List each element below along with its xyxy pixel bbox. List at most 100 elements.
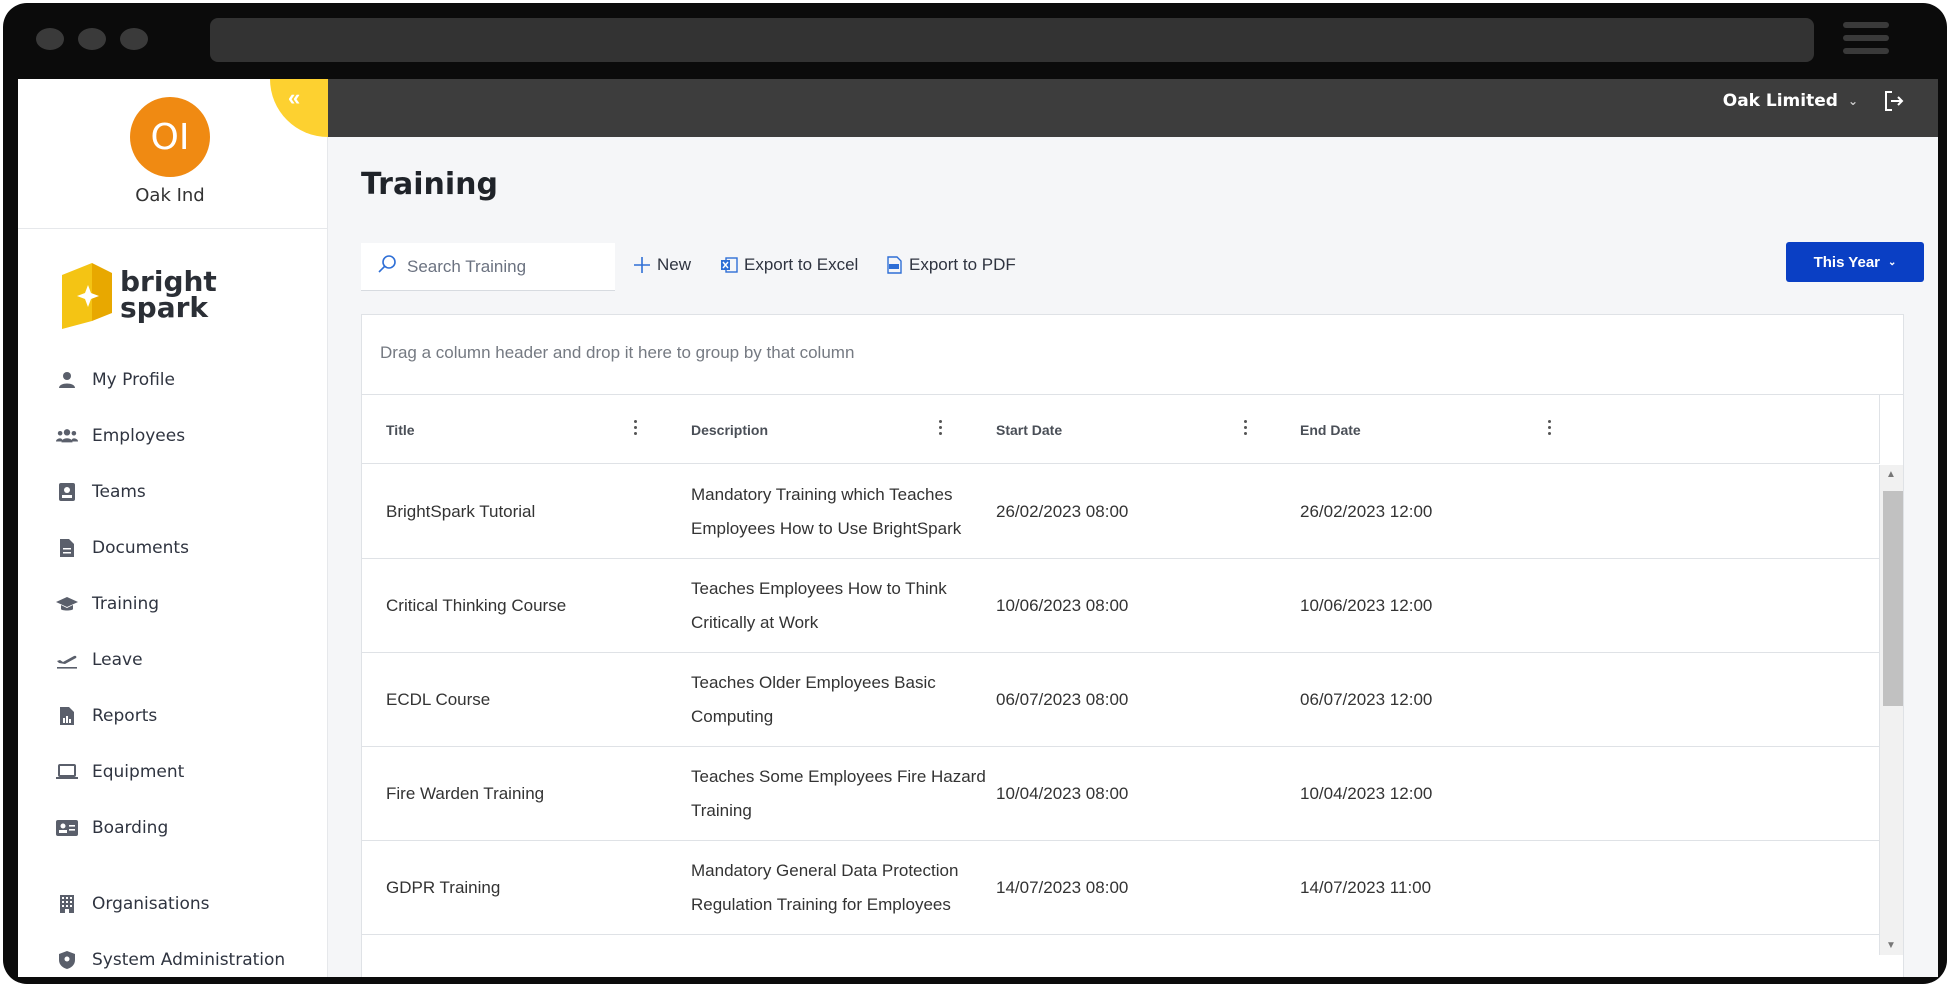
shield-icon: [56, 949, 78, 971]
search-icon: [377, 254, 397, 279]
cell-description: Teaches Some Employees Fire Hazard Train…: [691, 767, 986, 820]
top-header: Oak Limited ⌄: [328, 79, 1938, 137]
cell-start-date: 14/07/2023 08:00: [996, 878, 1129, 897]
report-icon: [56, 705, 78, 727]
sidebar-item-boarding[interactable]: Boarding: [18, 800, 328, 856]
cell-end-date: 10/04/2023 12:00: [1300, 784, 1433, 803]
chevron-down-icon: ⌄: [1888, 256, 1897, 268]
table-row[interactable]: BrightSpark Tutorial Mandatory Training …: [362, 465, 1886, 559]
address-bar[interactable]: [210, 18, 1814, 62]
profile-panel: OI Oak Ind «: [18, 79, 328, 229]
group-panel[interactable]: Drag a column header and drop it here to…: [362, 315, 1903, 395]
cell-description: Mandatory General Data Protection Regula…: [691, 861, 959, 914]
users-icon: [56, 425, 78, 447]
table-row[interactable]: GDPR Training Mandatory General Data Pro…: [362, 841, 1886, 935]
column-header-start-date[interactable]: Start Date: [996, 395, 1062, 464]
window-dot: [78, 28, 106, 50]
sidebar-item-label: Teams: [92, 482, 146, 502]
scroll-down-icon[interactable]: ▼: [1886, 940, 1896, 951]
plane-departure-icon: [56, 649, 78, 671]
sidebar-item-training[interactable]: Training: [18, 576, 328, 632]
new-button[interactable]: New: [633, 255, 691, 275]
sidebar-item-employees[interactable]: Employees: [18, 408, 328, 464]
sidebar-item-label: Reports: [92, 706, 158, 726]
cell-end-date: 10/06/2023 12:00: [1300, 596, 1433, 615]
sidebar: OI Oak Ind « bright spark My Profile Emp…: [18, 79, 328, 977]
column-header-end-date[interactable]: End Date: [1300, 395, 1361, 464]
cell-title: ECDL Course: [386, 690, 491, 709]
column-menu-icon[interactable]: [1242, 420, 1248, 440]
sidebar-item-label: Documents: [92, 538, 189, 558]
table-row[interactable]: Critical Thinking Course Teaches Employe…: [362, 559, 1886, 653]
sidebar-item-teams[interactable]: Teams: [18, 464, 328, 520]
sidebar-item-label: System Administration: [92, 950, 286, 970]
chevron-down-icon: ⌄: [1847, 94, 1858, 108]
grid-body: BrightSpark Tutorial Mandatory Training …: [362, 465, 1886, 935]
sidebar-nav: My Profile Employees Teams Documents Tra…: [18, 352, 328, 977]
column-header-description[interactable]: Description: [691, 395, 768, 464]
search-box[interactable]: [361, 243, 615, 291]
cell-start-date: 26/02/2023 08:00: [996, 502, 1129, 521]
main-content: Training New Export to Excel Export to P…: [328, 137, 1938, 977]
cell-title: Critical Thinking Course: [386, 596, 567, 615]
company-name: Oak Limited: [1722, 91, 1838, 111]
logout-icon[interactable]: [1882, 89, 1906, 113]
avatar[interactable]: OI: [130, 97, 210, 177]
scrollbar-thumb[interactable]: [1883, 491, 1903, 706]
cell-description: Mandatory Training which Teaches Employe…: [691, 485, 962, 538]
sidebar-item-label: Equipment: [92, 762, 185, 782]
cell-description: Teaches Employees How to Think Criticall…: [691, 579, 947, 632]
cell-title: BrightSpark Tutorial: [386, 502, 536, 521]
period-dropdown-button[interactable]: This Year ⌄: [1786, 242, 1924, 282]
cell-start-date: 06/07/2023 08:00: [996, 690, 1129, 709]
table-row[interactable]: ECDL Course Teaches Older Employees Basi…: [362, 653, 1886, 747]
grid-header: Title Description Start Date End Date: [362, 395, 1903, 464]
new-label: New: [657, 255, 692, 274]
laptop-icon: [56, 761, 78, 783]
sidebar-item-my-profile[interactable]: My Profile: [18, 352, 328, 408]
brightspark-logo-icon: [62, 263, 112, 329]
search-input[interactable]: [407, 256, 607, 277]
window-dot: [36, 28, 64, 50]
cell-start-date: 10/04/2023 08:00: [996, 784, 1129, 803]
export-pdf-button[interactable]: Export to PDF: [885, 255, 1016, 275]
cell-title: GDPR Training: [386, 878, 501, 897]
excel-icon: [720, 256, 738, 274]
page-title: Training: [361, 167, 498, 202]
profile-name: Oak Ind: [135, 185, 205, 206]
export-excel-button[interactable]: Export to Excel: [720, 255, 858, 275]
sidebar-item-label: Boarding: [92, 818, 169, 838]
column-menu-icon[interactable]: [632, 420, 638, 440]
app-screen: OI Oak Ind « bright spark My Profile Emp…: [18, 79, 1938, 977]
sidebar-item-documents[interactable]: Documents: [18, 520, 328, 576]
sidebar-item-label: Employees: [92, 426, 186, 446]
pdf-icon: [885, 256, 903, 274]
company-selector[interactable]: Oak Limited ⌄: [1723, 91, 1858, 111]
vertical-scrollbar[interactable]: ▲ ▼: [1879, 465, 1903, 955]
brand-line-2: spark: [120, 291, 209, 324]
cell-end-date: 06/07/2023 12:00: [1300, 690, 1433, 709]
table-row[interactable]: Fire Warden Training Teaches Some Employ…: [362, 747, 1886, 841]
sidebar-item-label: My Profile: [92, 370, 175, 390]
scroll-up-icon[interactable]: ▲: [1886, 469, 1896, 480]
sidebar-item-label: Organisations: [92, 894, 210, 914]
collapse-sidebar-button[interactable]: «: [270, 79, 328, 137]
column-menu-icon[interactable]: [1546, 420, 1552, 440]
column-menu-icon[interactable]: [937, 420, 943, 440]
cell-description: Teaches Older Employees Basic Computing: [691, 673, 936, 726]
sidebar-item-organisations[interactable]: Organisations: [18, 876, 328, 932]
double-chevron-left-icon: «: [288, 85, 301, 110]
sidebar-item-leave[interactable]: Leave: [18, 632, 328, 688]
sidebar-item-label: Leave: [92, 650, 143, 670]
address-card-icon: [56, 817, 78, 839]
cell-end-date: 26/02/2023 12:00: [1300, 502, 1433, 521]
sidebar-item-system-administration[interactable]: System Administration: [18, 932, 328, 977]
sidebar-item-reports[interactable]: Reports: [18, 688, 328, 744]
browser-menu-icon[interactable]: [1843, 22, 1889, 58]
device-frame: OI Oak Ind « bright spark My Profile Emp…: [0, 0, 1950, 990]
sidebar-item-equipment[interactable]: Equipment: [18, 744, 328, 800]
export-excel-label: Export to Excel: [744, 255, 859, 274]
plus-icon: [633, 256, 651, 274]
column-header-title[interactable]: Title: [386, 395, 415, 464]
document-icon: [56, 537, 78, 559]
